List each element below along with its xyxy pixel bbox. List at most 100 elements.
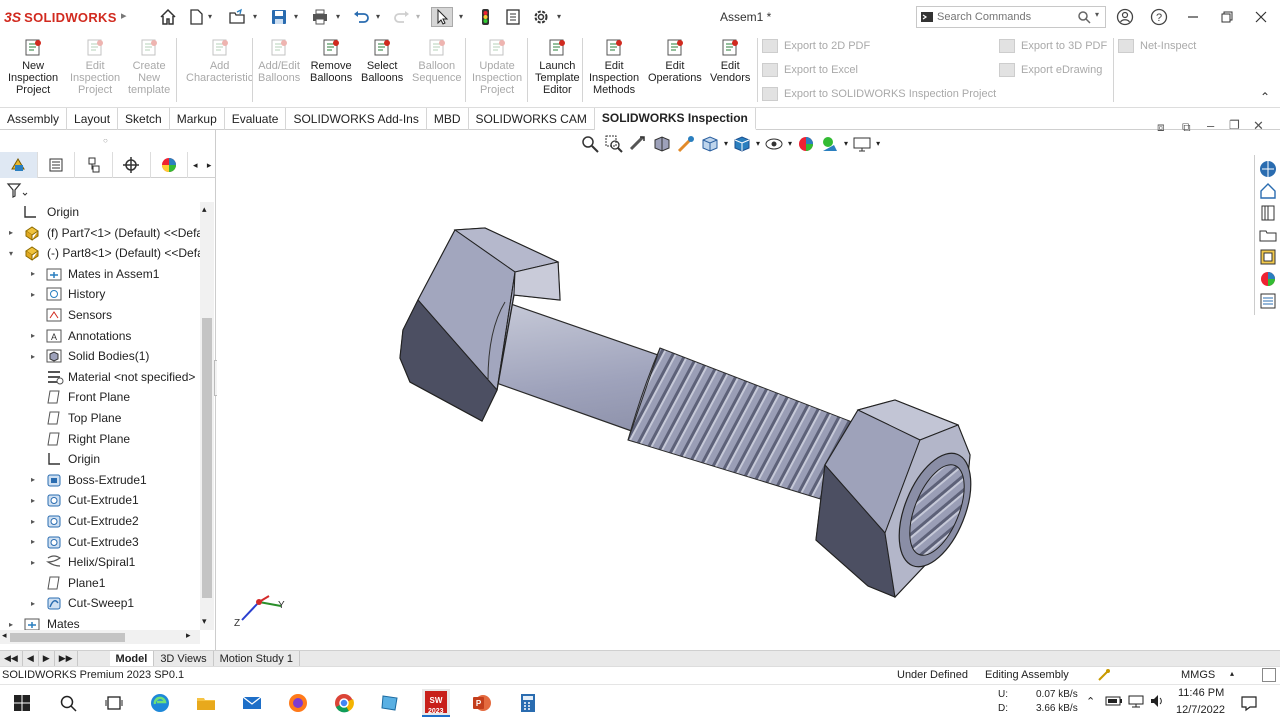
launch-template-editor-button[interactable]: Launch Template Editor: [535, 38, 580, 104]
chevron-down-icon[interactable]: ▾: [208, 12, 216, 21]
dynamic-annotation-icon[interactable]: [676, 134, 696, 154]
apply-scene-icon[interactable]: [820, 134, 840, 154]
net-inspect-button[interactable]: Net-Inspect: [1118, 37, 1196, 55]
open-folder-icon[interactable]: [226, 7, 248, 27]
tab-solidworks-inspection[interactable]: SOLIDWORKS Inspection: [594, 108, 756, 130]
view-settings-icon[interactable]: [852, 134, 872, 154]
solidworks-resources-icon[interactable]: [1258, 159, 1278, 179]
bolt-and-nut-model[interactable]: [217, 130, 1254, 650]
firefox-icon[interactable]: [284, 689, 312, 717]
edit-operations-button[interactable]: Edit Operations: [648, 38, 702, 104]
display-manager-tab-icon[interactable]: [151, 152, 189, 178]
zoom-to-fit-icon[interactable]: [580, 134, 600, 154]
user-account-icon[interactable]: [1114, 6, 1136, 28]
search-icon[interactable]: [1077, 10, 1091, 27]
chevron-down-icon[interactable]: ▾: [557, 12, 565, 21]
tab-layout[interactable]: Layout: [67, 108, 119, 130]
chevron-down-icon[interactable]: ▾: [724, 134, 728, 154]
tree-node[interactable]: ▸ Mates in Assem1: [0, 264, 200, 284]
scroll-tabs-left-icon[interactable]: ◂: [188, 152, 202, 178]
tree-node[interactable]: ▸ Cut-Sweep1: [0, 593, 200, 613]
scroll-up-icon[interactable]: ▴: [202, 204, 207, 215]
chevron-down-icon[interactable]: ▾: [253, 12, 261, 21]
chevron-down-icon[interactable]: ▾: [336, 12, 344, 21]
tab-sketch[interactable]: Sketch: [118, 108, 170, 130]
scroll-left-icon[interactable]: ◂: [2, 630, 7, 641]
export-2d-pdf-button[interactable]: Export to 2D PDF: [762, 37, 870, 55]
bottom-tab-model[interactable]: Model: [109, 650, 155, 667]
tree-node[interactable]: Top Plane: [0, 408, 200, 428]
tree-node[interactable]: Origin: [0, 449, 200, 469]
scroll-right-icon[interactable]: ▸: [186, 630, 191, 641]
display-style-icon[interactable]: [732, 134, 752, 154]
chevron-down-icon[interactable]: ▾: [844, 134, 848, 154]
chevron-down-icon[interactable]: ▾: [416, 12, 424, 21]
expand-node-icon[interactable]: ▸: [28, 269, 38, 278]
tree-node[interactable]: Origin: [0, 202, 200, 222]
section-view-icon[interactable]: [652, 134, 672, 154]
restore-window-icon[interactable]: [1216, 6, 1238, 28]
mail-icon[interactable]: [238, 689, 266, 717]
clock-date[interactable]: 12/7/2022: [1176, 704, 1225, 716]
add-edit-balloons-button[interactable]: Add/Edit Balloons: [258, 38, 300, 104]
notification-center-icon[interactable]: [1240, 694, 1258, 715]
edge-browser-icon[interactable]: [146, 689, 174, 717]
solidworks-taskbar-icon[interactable]: SW 2023: [422, 689, 450, 717]
chevron-down-icon[interactable]: ▾: [876, 134, 880, 154]
clock-time[interactable]: 11:46 PM: [1178, 687, 1224, 699]
close-window-icon[interactable]: [1250, 6, 1272, 28]
custom-properties-icon[interactable]: [1258, 291, 1278, 311]
file-properties-icon[interactable]: [502, 7, 524, 27]
chevron-down-icon[interactable]: ▾: [376, 12, 384, 21]
tab-solidworks-cam[interactable]: SOLIDWORKS CAM: [469, 108, 595, 130]
balloon-sequence-button[interactable]: Balloon Sequence: [412, 38, 462, 104]
add-characteristic-button[interactable]: Add Characteristic: [186, 38, 253, 104]
tree-node[interactable]: Front Plane: [0, 387, 200, 407]
tree-node[interactable]: ▸ Solid Bodies(1): [0, 346, 200, 366]
update-inspection-project-button[interactable]: Update Inspection Project: [472, 38, 522, 104]
edit-inspection-project-button[interactable]: Edit Inspection Project: [70, 38, 120, 104]
expand-menu-icon[interactable]: ▸: [121, 9, 127, 22]
tree-node[interactable]: Right Plane: [0, 429, 200, 449]
remove-balloons-button[interactable]: Remove Balloons: [310, 38, 352, 104]
expand-node-icon[interactable]: ▸: [28, 290, 38, 299]
task-view-icon[interactable]: [100, 689, 128, 717]
edit-appearance-icon[interactable]: [796, 134, 816, 154]
scroll-tabs-right-icon[interactable]: ▸: [202, 152, 216, 178]
tree-hscroll-thumb[interactable]: [10, 633, 125, 642]
tree-node[interactable]: ▾ (-) Part8<1> (Default) <<Defau: [0, 243, 200, 263]
export-edrawing-button[interactable]: Export eDrawing: [999, 61, 1102, 79]
search-input[interactable]: [937, 11, 1067, 23]
chevron-down-icon[interactable]: ▾: [459, 12, 467, 21]
minimize-window-icon[interactable]: [1182, 6, 1204, 28]
tree-scroll-thumb[interactable]: [202, 318, 212, 598]
hide-show-items-icon[interactable]: [764, 134, 784, 154]
next-tab-icon[interactable]: ▶: [39, 650, 55, 667]
appearances-scenes-icon[interactable]: [1258, 269, 1278, 289]
scroll-down-icon[interactable]: ▾: [202, 616, 207, 627]
tree-node[interactable]: ▸ History: [0, 284, 200, 304]
tree-node[interactable]: ▸ Cut-Extrude3: [0, 532, 200, 552]
feature-manager-tab-icon[interactable]: [0, 152, 38, 178]
tab-markup[interactable]: Markup: [170, 108, 225, 130]
filter-icon[interactable]: [6, 182, 32, 200]
edit-inspection-methods-button[interactable]: Edit Inspection Methods: [589, 38, 639, 104]
chevron-up-icon[interactable]: ▴: [1230, 669, 1234, 678]
show-hidden-icons-icon[interactable]: ⌃: [1086, 695, 1095, 708]
edit-vendors-button[interactable]: Edit Vendors: [710, 38, 750, 104]
tree-horizontal-scrollbar[interactable]: ◂ ▸: [0, 630, 200, 644]
expand-node-icon[interactable]: ▸: [28, 558, 38, 567]
tree-node[interactable]: ▸ Boss-Extrude1: [0, 470, 200, 490]
close-doc-icon[interactable]: ✕: [1253, 118, 1264, 134]
expand-node-icon[interactable]: ▸: [6, 228, 16, 237]
tab-evaluate[interactable]: Evaluate: [225, 108, 287, 130]
search-commands-box[interactable]: ▾: [916, 6, 1106, 28]
tree-node[interactable]: Material <not specified>: [0, 367, 200, 387]
chevron-down-icon[interactable]: ▾: [294, 12, 302, 21]
options-gear-icon[interactable]: [530, 7, 552, 27]
tab-assembly[interactable]: Assembly: [0, 108, 68, 130]
customize-status-icon[interactable]: [1262, 668, 1276, 682]
undo-icon[interactable]: [350, 7, 372, 27]
tab-mbd[interactable]: MBD: [427, 108, 469, 130]
design-library-icon[interactable]: [1258, 203, 1278, 223]
